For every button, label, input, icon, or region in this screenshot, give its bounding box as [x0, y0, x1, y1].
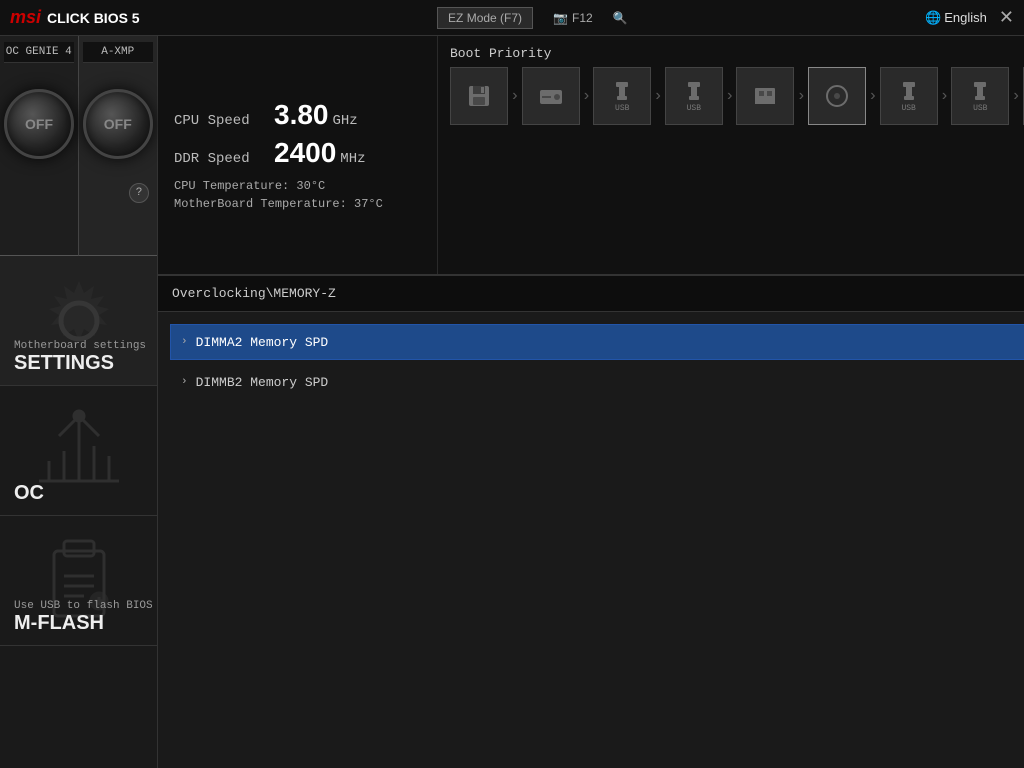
- logo: msi CLICK BIOS 5: [10, 7, 140, 28]
- menu-item-arrow-2: ›: [181, 376, 188, 388]
- sidebar-item-settings[interactable]: Motherboard settings SETTINGS: [0, 256, 157, 386]
- top-bar: msi CLICK BIOS 5 EZ Mode (F7) 📷 F12 🔍 🌐 …: [0, 0, 1024, 36]
- search-button[interactable]: 🔍: [613, 11, 628, 25]
- menu-item-dimma2[interactable]: › DIMMA2 Memory SPD: [170, 324, 1024, 360]
- cpu-speed-panel: CPU Speed 3.80 GHz DDR Speed 2400 MHz CP…: [158, 36, 438, 274]
- oc-genie-button[interactable]: OFF: [4, 89, 74, 159]
- oc-label: OC: [14, 482, 44, 505]
- main-layout: OC GENIE 4 OFF A-XMP OFF ?: [0, 36, 1024, 768]
- top-info: CPU Speed 3.80 GHz DDR Speed 2400 MHz CP…: [158, 36, 1024, 276]
- f12-button[interactable]: 📷 F12: [553, 11, 593, 25]
- language-button[interactable]: 🌐 English: [925, 10, 987, 26]
- logo-click: CLICK BIOS 5: [47, 10, 140, 26]
- cpu-temp-row: CPU Temperature: 30°C: [174, 179, 421, 193]
- boot-arrow-3: ›: [653, 87, 663, 105]
- breadcrumb-bar: Overclocking\MEMORY-Z HOT KEY | ↩: [158, 276, 1024, 312]
- top-right: 🌐 English ✕: [925, 7, 1014, 28]
- content-area: CPU Speed 3.80 GHz DDR Speed 2400 MHz CP…: [158, 36, 1024, 768]
- menu-list: › DIMMA2 Memory SPD › DIMMB2 Memory SPD: [158, 312, 1024, 412]
- mb-temp-row: MotherBoard Temperature: 37°C: [174, 197, 421, 211]
- axmp-button[interactable]: OFF: [83, 89, 153, 159]
- axmp-label: A-XMP: [83, 42, 154, 63]
- boot-device-pcie[interactable]: [736, 67, 794, 125]
- boot-device-usb3[interactable]: USB: [880, 67, 938, 125]
- menu-item-arrow-1: ›: [181, 336, 188, 348]
- sidebar-item-mflash[interactable]: Use USB to flash BIOS M-FLASH: [0, 516, 157, 646]
- boot-devices: › ›: [450, 67, 1024, 125]
- ez-mode-button[interactable]: EZ Mode (F7): [437, 7, 533, 29]
- boot-arrow-2: ›: [582, 87, 592, 105]
- oc-genie-panel: OC GENIE 4 OFF: [0, 36, 79, 256]
- help-icon-button[interactable]: ?: [129, 183, 149, 203]
- sidebar-item-oc[interactable]: OC: [0, 386, 157, 516]
- boot-priority-panel: Boot Priority ›: [438, 36, 1024, 274]
- boot-device-hdd[interactable]: [522, 67, 580, 125]
- top-center: EZ Mode (F7) 📷 F12 🔍: [437, 7, 628, 29]
- cpu-speed-row: CPU Speed 3.80 GHz: [174, 99, 421, 131]
- boot-arrow-6: ›: [868, 87, 878, 105]
- axmp-panel: A-XMP OFF ?: [79, 36, 158, 256]
- camera-icon: 📷: [553, 11, 568, 25]
- ddr-speed-row: DDR Speed 2400 MHz: [174, 137, 421, 169]
- menu-item-label-dimmb2: DIMMB2 Memory SPD: [196, 375, 329, 390]
- boot-arrow-5: ›: [796, 87, 806, 105]
- boot-arrow-7: ›: [940, 87, 950, 105]
- menu-main: Overclocking\MEMORY-Z HOT KEY | ↩ › DIMM…: [158, 276, 1024, 768]
- oc-tabs: OC GENIE 4 OFF A-XMP OFF ?: [0, 36, 157, 256]
- boot-arrow-8: ›: [1011, 87, 1021, 105]
- boot-device-usb2[interactable]: USB: [665, 67, 723, 125]
- search-icon: 🔍: [613, 11, 628, 25]
- boot-device-usb4[interactable]: USB: [951, 67, 1009, 125]
- menu-item-dimmb2[interactable]: › DIMMB2 Memory SPD: [170, 364, 1024, 400]
- boot-priority-label: Boot Priority: [450, 46, 1024, 61]
- logo-msi: msi: [10, 7, 41, 28]
- boot-device-dvd[interactable]: [808, 67, 866, 125]
- settings-label: Motherboard settings SETTINGS: [14, 340, 146, 375]
- breadcrumb: Overclocking\MEMORY-Z: [172, 286, 336, 301]
- close-button[interactable]: ✕: [999, 7, 1014, 28]
- boot-arrow-1: ›: [510, 87, 520, 105]
- boot-device-usb1[interactable]: USB: [593, 67, 651, 125]
- oc-genie-label: OC GENIE 4: [4, 42, 74, 63]
- globe-icon: 🌐: [925, 10, 941, 26]
- boot-arrow-4: ›: [725, 87, 735, 105]
- sidebar: OC GENIE 4 OFF A-XMP OFF ?: [0, 36, 158, 768]
- menu-area: Overclocking\MEMORY-Z HOT KEY | ↩ › DIMM…: [158, 276, 1024, 768]
- boot-device-floppy[interactable]: [450, 67, 508, 125]
- menu-item-label-dimma2: DIMMA2 Memory SPD: [196, 335, 329, 350]
- mflash-label: Use USB to flash BIOS M-FLASH: [14, 600, 153, 635]
